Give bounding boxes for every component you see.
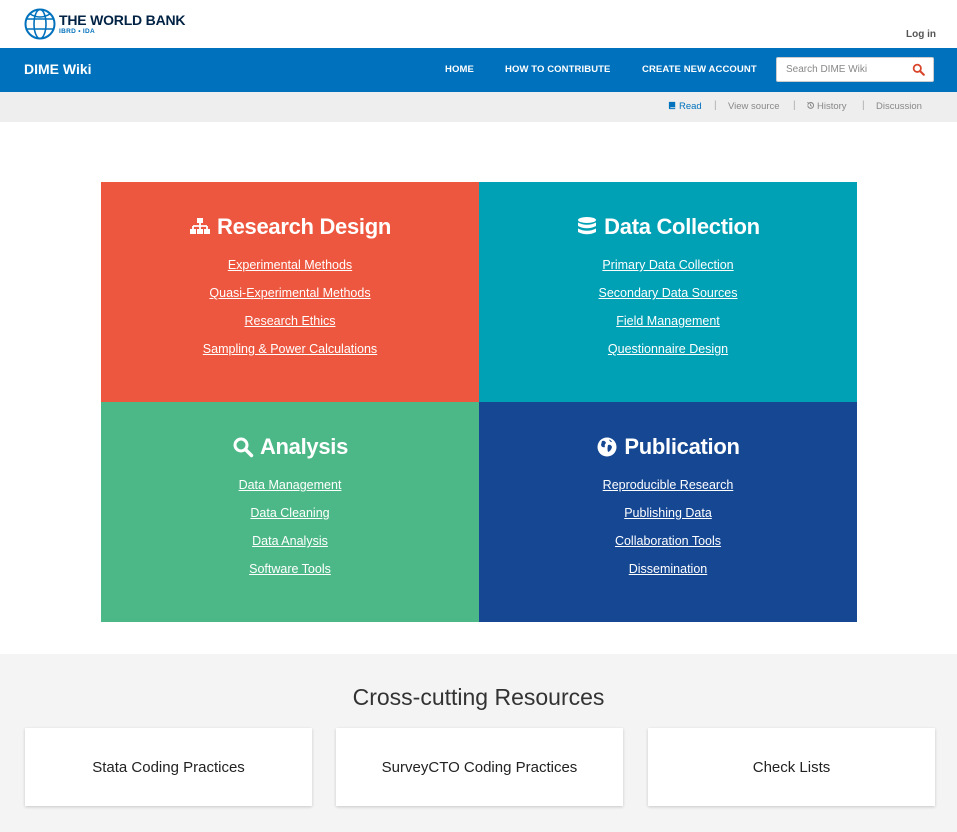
link-secondary-data-sources[interactable]: Secondary Data Sources (479, 279, 857, 307)
link-sampling-power-calculations[interactable]: Sampling & Power Calculations (101, 335, 479, 363)
sitemap-icon (189, 218, 210, 234)
tile-analysis: Analysis Data Management Data Cleaning D… (101, 402, 479, 622)
tile-title: Publication (624, 434, 740, 459)
tile-title: Data Collection (604, 214, 760, 239)
card-stata-coding-practices[interactable]: Stata Coding Practices (25, 728, 312, 806)
tab-read[interactable]: Read (668, 101, 702, 112)
search-icon (233, 437, 254, 458)
tile-publication: Publication Reproducible Research Publis… (479, 402, 857, 622)
link-dissemination[interactable]: Dissemination (479, 555, 857, 583)
tile-title: Analysis (259, 434, 349, 459)
globe-icon (597, 437, 617, 457)
tile-research-design: Research Design Experimental Methods Qua… (101, 182, 479, 402)
search-input[interactable] (777, 58, 909, 81)
tab-history[interactable]: History (806, 101, 847, 112)
tile-data-collection: Data Collection Primary Data Collection … (479, 182, 857, 402)
link-research-ethics[interactable]: Research Ethics (101, 307, 479, 335)
book-icon (668, 101, 676, 110)
link-experimental-methods[interactable]: Experimental Methods (101, 251, 479, 279)
link-primary-data-collection[interactable]: Primary Data Collection (479, 251, 857, 279)
globe-logo-icon (24, 8, 56, 40)
top-bar: THE WORLD BANK IBRD • IDA Log in (0, 0, 957, 48)
nav-how-to-contribute[interactable]: HOW TO CONTRIBUTE (505, 64, 611, 75)
separator: | (714, 100, 717, 111)
logo-title: THE WORLD BANK (59, 11, 186, 28)
history-icon (807, 101, 815, 109)
section-title: Cross-cutting Resources (352, 684, 605, 710)
tab-discussion[interactable]: Discussion (876, 101, 922, 112)
database-icon (578, 217, 597, 235)
tab-history-label: History (817, 101, 847, 112)
card-check-lists[interactable]: Check Lists (648, 728, 935, 806)
tile-title: Research Design (216, 214, 392, 239)
logo-subtitle: IBRD • IDA (59, 27, 95, 35)
link-data-cleaning[interactable]: Data Cleaning (101, 499, 479, 527)
topic-grid: Research Design Experimental Methods Qua… (101, 182, 857, 622)
link-software-tools[interactable]: Software Tools (101, 555, 479, 583)
card-surveycto-coding-practices[interactable]: SurveyCTO Coding Practices (336, 728, 623, 806)
nav-home[interactable]: HOME (445, 64, 474, 75)
link-collaboration-tools[interactable]: Collaboration Tools (479, 527, 857, 555)
search-box (776, 57, 934, 82)
link-quasi-experimental-methods[interactable]: Quasi-Experimental Methods (101, 279, 479, 307)
search-icon[interactable] (912, 63, 925, 76)
link-data-analysis[interactable]: Data Analysis (101, 527, 479, 555)
separator: | (793, 100, 796, 111)
link-reproducible-research[interactable]: Reproducible Research (479, 471, 857, 499)
tab-read-label: Read (679, 101, 702, 112)
separator: | (862, 100, 865, 111)
tab-view-source[interactable]: View source (728, 101, 780, 112)
world-bank-logo[interactable]: THE WORLD BANK IBRD • IDA (24, 8, 185, 40)
resources-section: Cross-cutting Resources Stata Coding Pra… (0, 654, 957, 832)
link-data-management[interactable]: Data Management (101, 471, 479, 499)
nav-bar: DIME Wiki HOME HOW TO CONTRIBUTE CREATE … (0, 48, 957, 92)
site-title[interactable]: DIME Wiki (24, 61, 92, 77)
link-questionnaire-design[interactable]: Questionnaire Design (479, 335, 857, 363)
page-actions-bar: Read | View source | History | Discussio… (0, 92, 957, 122)
nav-create-account[interactable]: CREATE NEW ACCOUNT (642, 64, 757, 75)
login-link[interactable]: Log in (906, 29, 936, 40)
link-publishing-data[interactable]: Publishing Data (479, 499, 857, 527)
link-field-management[interactable]: Field Management (479, 307, 857, 335)
